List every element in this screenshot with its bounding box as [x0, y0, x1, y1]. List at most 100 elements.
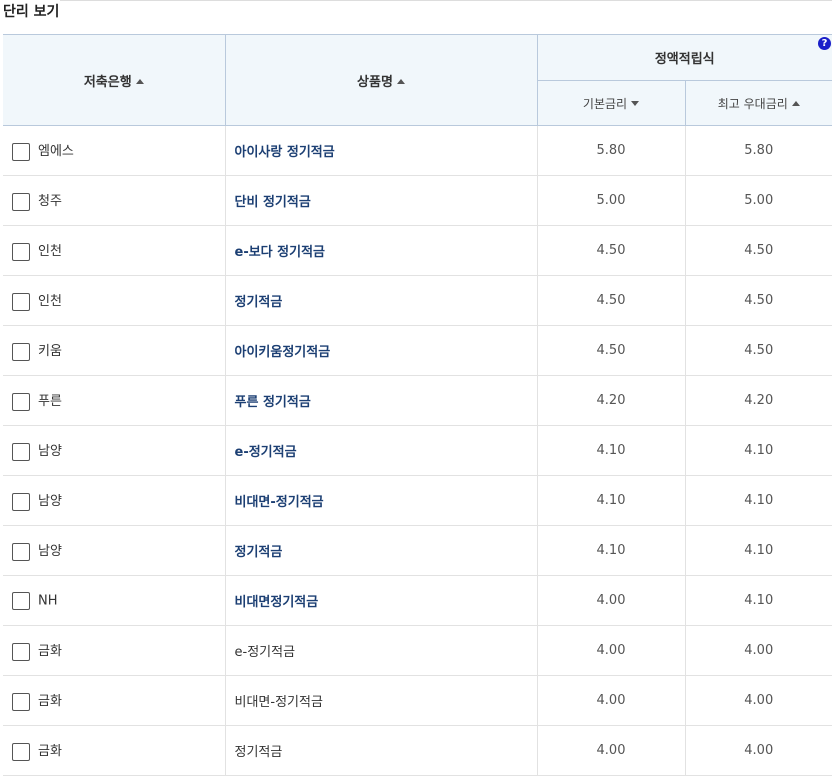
bank-cell: NH: [3, 575, 225, 626]
table-row: 청주 단비 정기적금 5.00 5.00: [3, 175, 832, 226]
product-cell: e-보다 정기적금: [224, 225, 537, 276]
rate-table-body: 엠에스 아이사랑 정기적금 5.80 5.80 청주 단비 정기적금 5.00 5.00 인천 e…: [3, 125, 832, 776]
row-checkbox[interactable]: [12, 342, 30, 361]
product-name[interactable]: 아이키움정기적금: [235, 345, 331, 360]
sort-asc-icon: [791, 100, 800, 106]
table-row: 금화 e-정기적금 4.00 4.00: [3, 625, 832, 676]
product-cell: e-정기적금: [224, 425, 537, 476]
bank-cell: 남양: [3, 475, 225, 526]
sort-asc-icon: [135, 78, 144, 84]
bank-cell: 금화: [3, 625, 225, 676]
product-name[interactable]: 정기적금: [235, 545, 283, 560]
row-checkbox[interactable]: [12, 742, 30, 761]
product-cell: 정기적금: [224, 725, 537, 776]
bank-cell: 남양: [3, 525, 225, 576]
section-title: 단리 보기: [3, 4, 60, 20]
basic-rate-cell: 4.50: [536, 275, 685, 326]
product-name[interactable]: e-보다 정기적금: [235, 245, 326, 260]
header-product-label: 상품명: [357, 74, 393, 90]
row-checkbox[interactable]: [12, 492, 30, 511]
product-name[interactable]: 비대면-정기적금: [235, 495, 324, 510]
table-row: 남양 정기적금 4.10 4.10: [3, 525, 832, 576]
product-cell: 정기적금: [224, 525, 537, 576]
basic-rate-cell: 4.00: [536, 625, 685, 676]
product-cell: e-정기적금: [224, 625, 537, 676]
bank-name: 남양: [38, 494, 62, 510]
product-name[interactable]: 아이사랑 정기적금: [235, 145, 335, 160]
table-row: 키움 아이키움정기적금 4.50 4.50: [3, 325, 832, 376]
sort-desc-icon: [631, 100, 640, 106]
row-checkbox[interactable]: [12, 642, 30, 661]
basic-rate-cell: 4.00: [536, 675, 685, 726]
table-row: 엠에스 아이사랑 정기적금 5.80 5.80: [3, 125, 832, 176]
table-row: 인천 정기적금 4.50 4.50: [3, 275, 832, 326]
product-name[interactable]: 단비 정기적금: [235, 195, 311, 210]
rate-table-container: 저축은행 상품명 정액적립식 ? 기본금리 최고 우대금리 엠에스아이사랑 정: [3, 34, 832, 776]
table-row: 남양 e-정기적금 4.10 4.10: [3, 425, 832, 476]
header-group: 정액적립식 ?: [536, 34, 832, 81]
row-checkbox[interactable]: [12, 142, 30, 161]
bank-cell: 금화: [3, 725, 225, 776]
header-product[interactable]: 상품명: [224, 34, 537, 126]
product-cell: 푸른 정기적금: [224, 375, 537, 426]
header-group-label: 정액적립식: [654, 52, 715, 67]
product-name[interactable]: 비대면정기적금: [235, 595, 319, 610]
top-divider: [60, 0, 832, 1]
max-rate-cell: 4.00: [684, 675, 832, 726]
basic-rate-cell: 5.00: [536, 175, 685, 226]
bank-name: 엠에스: [38, 144, 74, 160]
product-cell: 정기적금: [224, 275, 537, 326]
basic-rate-cell: 4.50: [536, 225, 685, 276]
bank-name: 금화: [38, 744, 62, 760]
row-checkbox[interactable]: [12, 242, 30, 261]
table-row: NH 비대면정기적금 4.00 4.10: [3, 575, 832, 626]
bank-cell: 금화: [3, 675, 225, 726]
bank-name: 금화: [38, 644, 62, 660]
header-bank-label: 저축은행: [83, 74, 132, 90]
help-icon[interactable]: ?: [818, 37, 831, 50]
basic-rate-cell: 4.20: [536, 375, 685, 426]
header-basic-rate-label: 기본금리: [582, 96, 628, 111]
table-row: 금화 정기적금 4.00 4.00: [3, 725, 832, 776]
rate-table: 저축은행 상품명 정액적립식 ? 기본금리 최고 우대금리 엠에스아이사랑 정: [3, 34, 832, 776]
table-row: 인천 e-보다 정기적금 4.50 4.50: [3, 225, 832, 276]
bank-cell: 인천: [3, 275, 225, 326]
header-max-rate[interactable]: 최고 우대금리: [684, 80, 832, 126]
basic-rate-cell: 4.10: [536, 525, 685, 576]
max-rate-cell: 4.00: [684, 625, 832, 676]
max-rate-cell: 4.50: [684, 325, 832, 376]
bank-name: 남양: [38, 544, 62, 560]
product-name[interactable]: e-정기적금: [235, 445, 297, 460]
max-rate-cell: 4.10: [684, 475, 832, 526]
product-name: 정기적금: [234, 745, 283, 760]
row-checkbox[interactable]: [12, 292, 30, 311]
row-checkbox[interactable]: [12, 692, 30, 711]
header-bank[interactable]: 저축은행: [3, 34, 225, 126]
bank-cell: 키움: [3, 325, 225, 376]
max-rate-cell: 4.50: [684, 275, 832, 326]
product-cell: 단비 정기적금: [224, 175, 537, 226]
row-checkbox[interactable]: [12, 591, 30, 610]
header-basic-rate[interactable]: 기본금리: [536, 80, 685, 126]
bank-name: 인천: [38, 244, 62, 260]
product-cell: 비대면정기적금: [224, 575, 537, 626]
table-row: 푸른 푸른 정기적금 4.20 4.20: [3, 375, 832, 426]
product-name: e-정기적금: [234, 645, 296, 660]
bank-name: 금화: [38, 694, 62, 710]
basic-rate-cell: 5.80: [536, 125, 685, 176]
row-checkbox[interactable]: [12, 192, 30, 211]
row-checkbox[interactable]: [12, 392, 30, 411]
sort-asc-icon: [396, 78, 405, 84]
bank-cell: 남양: [3, 425, 225, 476]
product-name[interactable]: 정기적금: [235, 295, 283, 310]
row-checkbox[interactable]: [12, 442, 30, 461]
max-rate-cell: 5.00: [684, 175, 832, 226]
bank-cell: 인천: [3, 225, 225, 276]
bank-name: NH: [38, 593, 58, 608]
row-checkbox[interactable]: [12, 542, 30, 561]
bank-cell: 엠에스: [3, 125, 225, 176]
product-name[interactable]: 푸른 정기적금: [235, 395, 311, 410]
product-name: 비대면-정기적금: [234, 695, 323, 710]
bank-name: 인천: [38, 294, 62, 310]
bank-cell: 푸른: [3, 375, 225, 426]
